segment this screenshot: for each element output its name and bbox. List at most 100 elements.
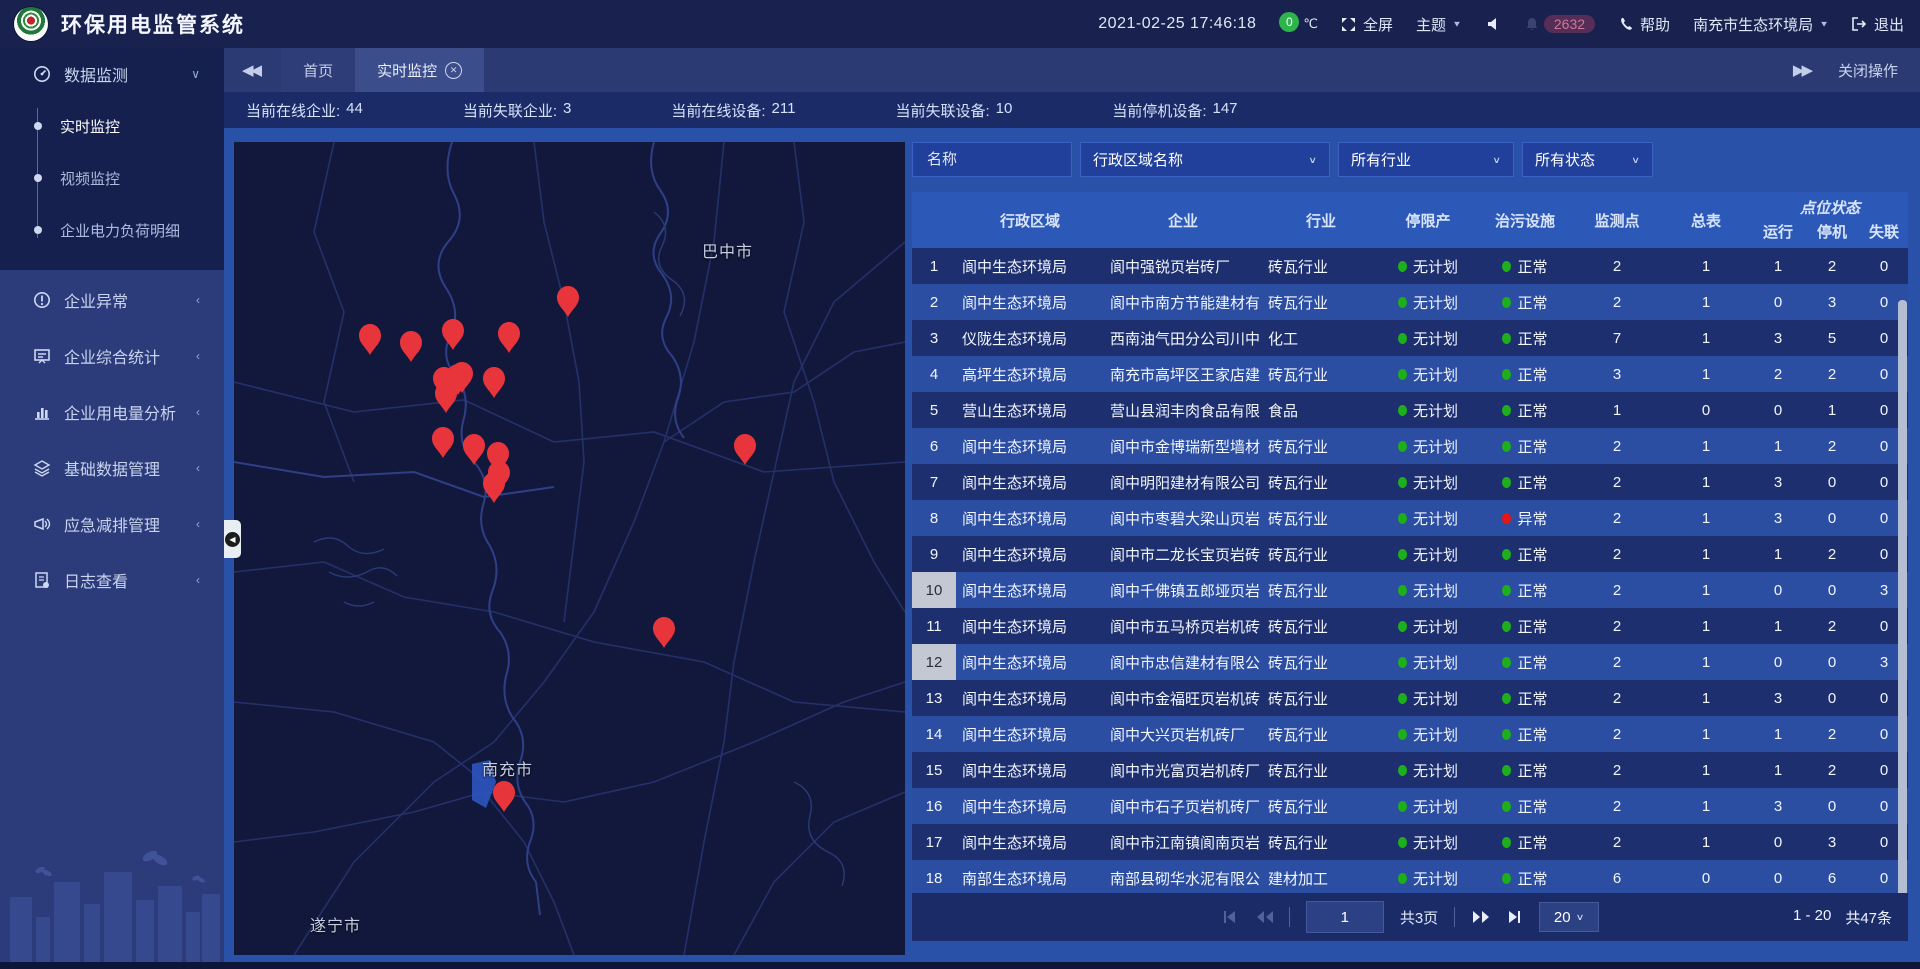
table-scrollbar[interactable] <box>1898 300 1907 893</box>
map-pin[interactable] <box>483 472 505 503</box>
org-dropdown[interactable]: 南充市生态环境局 ▼ <box>1693 14 1829 35</box>
map-pin[interactable] <box>463 434 485 465</box>
footer-strip <box>0 962 1920 969</box>
map-pin[interactable] <box>653 617 675 648</box>
sidebar-subitem-0[interactable]: 实时监控 <box>0 100 224 152</box>
cell-company: 阆中市金福旺页岩机砖 <box>1104 680 1262 716</box>
cell-facility-status: 正常 <box>1476 608 1574 644</box>
cell-meter: 1 <box>1660 320 1752 356</box>
close-icon[interactable]: ✕ <box>445 62 462 79</box>
logout-button[interactable]: 退出 <box>1852 14 1904 35</box>
map-pin[interactable] <box>400 331 422 362</box>
tabs-scroll-left-button[interactable]: ◀◀ <box>242 61 259 79</box>
facility-status-text: 正常 <box>1517 760 1547 781</box>
map-panel[interactable]: 巴中市南充市遂宁市 <box>234 142 905 955</box>
map-city-label: 南充市 <box>482 756 533 780</box>
table-row[interactable]: 9阆中生态环境局阆中市二龙长宝页岩砖砖瓦行业无计划正常21120 <box>912 536 1908 572</box>
table-row[interactable]: 14阆中生态环境局阆中大兴页岩机砖厂砖瓦行业无计划正常21120 <box>912 716 1908 752</box>
stat-value: 3 <box>563 100 571 121</box>
close-operations-button[interactable]: 关闭操作 <box>1838 60 1898 81</box>
table-row[interactable]: 13阆中生态环境局阆中市金福旺页岩机砖砖瓦行业无计划正常21300 <box>912 680 1908 716</box>
sidebar-item-4[interactable]: 基础数据管理‹ <box>0 442 224 494</box>
cell-down: 2 <box>1804 428 1860 464</box>
page-size-select[interactable]: 20 ∨ <box>1539 902 1599 932</box>
sidebar-subitem-2[interactable]: 企业电力负荷明细 <box>0 204 224 256</box>
sidebar-item-1[interactable]: 企业异常‹ <box>0 274 224 326</box>
first-page-button[interactable] <box>1221 909 1239 925</box>
cell-run: 0 <box>1752 572 1804 608</box>
region-filter-select[interactable]: 行政区域名称 ∨ <box>1080 142 1330 177</box>
status-dot-green <box>1502 297 1511 308</box>
page-number-input[interactable] <box>1306 901 1384 933</box>
tab-1[interactable]: 实时监控✕ <box>355 48 484 92</box>
map-pin[interactable] <box>442 319 464 350</box>
map-pin[interactable] <box>435 382 457 413</box>
notifications-button[interactable]: 2632 <box>1524 15 1595 33</box>
name-filter-input[interactable] <box>925 150 1059 169</box>
theme-dropdown[interactable]: 主题 ▼ <box>1416 14 1462 35</box>
cell-lost: 0 <box>1860 248 1908 284</box>
stop-status-text: 无计划 <box>1413 436 1458 457</box>
table-row[interactable]: 11阆中生态环境局阆中市五马桥页岩机砖砖瓦行业无计划正常21120 <box>912 608 1908 644</box>
sidebar-item-5[interactable]: 应急减排管理‹ <box>0 498 224 550</box>
sidebar-item-6[interactable]: 日志查看‹ <box>0 554 224 606</box>
sidebar-item-0[interactable]: 数据监测∨ <box>0 48 224 100</box>
next-page-button[interactable] <box>1471 909 1489 925</box>
cell-company: 阆中市枣碧大梁山页岩 <box>1104 500 1262 536</box>
tabs-scroll-right-button[interactable]: ▶▶ <box>1793 61 1810 79</box>
sidebar-item-3[interactable]: 企业用电量分析‹ <box>0 386 224 438</box>
cell-facility-status: 正常 <box>1476 788 1574 824</box>
table-row[interactable]: 5营山生态环境局营山县润丰肉食品有限食品无计划正常10010 <box>912 392 1908 428</box>
sidebar-collapse-toggle[interactable]: ◀ <box>224 520 241 558</box>
help-button[interactable]: 帮助 <box>1618 14 1670 35</box>
table-row[interactable]: 1阆中生态环境局阆中强锐页岩砖厂砖瓦行业无计划正常21120 <box>912 248 1908 284</box>
total-count-label: 共47条 <box>1845 907 1892 928</box>
last-page-button[interactable] <box>1505 909 1523 925</box>
table-row[interactable]: 3仪陇生态环境局西南油气田分公司川中化工无计划正常71350 <box>912 320 1908 356</box>
cell-rownum: 11 <box>912 608 956 644</box>
mute-button[interactable] <box>1485 16 1501 32</box>
table-row[interactable]: 2阆中生态环境局阆中市南方节能建材有砖瓦行业无计划正常21030 <box>912 284 1908 320</box>
sidebar-subitem-1[interactable]: 视频监控 <box>0 152 224 204</box>
prev-page-button[interactable] <box>1255 909 1273 925</box>
cell-meter: 1 <box>1660 356 1752 392</box>
status-filter-select[interactable]: 所有状态 ∨ <box>1522 142 1653 177</box>
table-row[interactable]: 8阆中生态环境局阆中市枣碧大梁山页岩砖瓦行业无计划异常21300 <box>912 500 1908 536</box>
map-pin[interactable] <box>557 286 579 317</box>
cell-industry: 砖瓦行业 <box>1262 572 1380 608</box>
tab-0[interactable]: 首页 <box>281 48 355 92</box>
col-industry: 行业 <box>1262 192 1380 248</box>
status-dot-green <box>1398 729 1407 740</box>
table-row[interactable]: 16阆中生态环境局阆中市石子页岩机砖厂砖瓦行业无计划正常21300 <box>912 788 1908 824</box>
cell-region: 阆中生态环境局 <box>956 680 1104 716</box>
map-pin[interactable] <box>432 427 454 458</box>
map-pin[interactable] <box>359 324 381 355</box>
status-dot-green <box>1398 765 1407 776</box>
logout-icon <box>1852 16 1868 32</box>
sidebar-subitem-label: 企业电力负荷明细 <box>60 220 180 241</box>
industry-filter-select[interactable]: 所有行业 ∨ <box>1338 142 1514 177</box>
sidebar-item-2[interactable]: 企业综合统计‹ <box>0 330 224 382</box>
table-row[interactable]: 17阆中生态环境局阆中市江南镇阆南页岩砖瓦行业无计划正常21030 <box>912 824 1908 860</box>
bullet-dot-icon <box>34 226 42 234</box>
table-row[interactable]: 6阆中生态环境局阆中市金博瑞新型墙材砖瓦行业无计划正常21120 <box>912 428 1908 464</box>
table-row[interactable]: 18南部生态环境局南部县砌华水泥有限公建材加工无计划正常60060 <box>912 860 1908 893</box>
status-filter-value: 所有状态 <box>1535 149 1595 170</box>
stop-status-text: 无计划 <box>1413 832 1458 853</box>
map-pin[interactable] <box>483 367 505 398</box>
table-row[interactable]: 10阆中生态环境局阆中千佛镇五郎垭页岩砖瓦行业无计划正常21003 <box>912 572 1908 608</box>
region-filter-value: 行政区域名称 <box>1093 149 1183 170</box>
facility-status-text: 正常 <box>1517 616 1547 637</box>
table-row[interactable]: 4高坪生态环境局南充市高坪区王家店建砖瓦行业无计划正常31220 <box>912 356 1908 392</box>
sidebar-item-label: 应急减排管理 <box>64 512 160 536</box>
table-row[interactable]: 15阆中生态环境局阆中市光富页岩机砖厂砖瓦行业无计划正常21120 <box>912 752 1908 788</box>
map-pin[interactable] <box>734 434 756 465</box>
cell-company: 阆中千佛镇五郎垭页岩 <box>1104 572 1262 608</box>
table-row[interactable]: 7阆中生态环境局阆中明阳建材有限公司砖瓦行业无计划正常21300 <box>912 464 1908 500</box>
map-pin[interactable] <box>498 322 520 353</box>
cell-facility-status: 正常 <box>1476 824 1574 860</box>
fullscreen-button[interactable]: 全屏 <box>1341 14 1393 35</box>
map-city-label: 遂宁市 <box>310 912 361 936</box>
table-row[interactable]: 12阆中生态环境局阆中市忠信建材有限公砖瓦行业无计划正常21003 <box>912 644 1908 680</box>
cell-region: 阆中生态环境局 <box>956 716 1104 752</box>
